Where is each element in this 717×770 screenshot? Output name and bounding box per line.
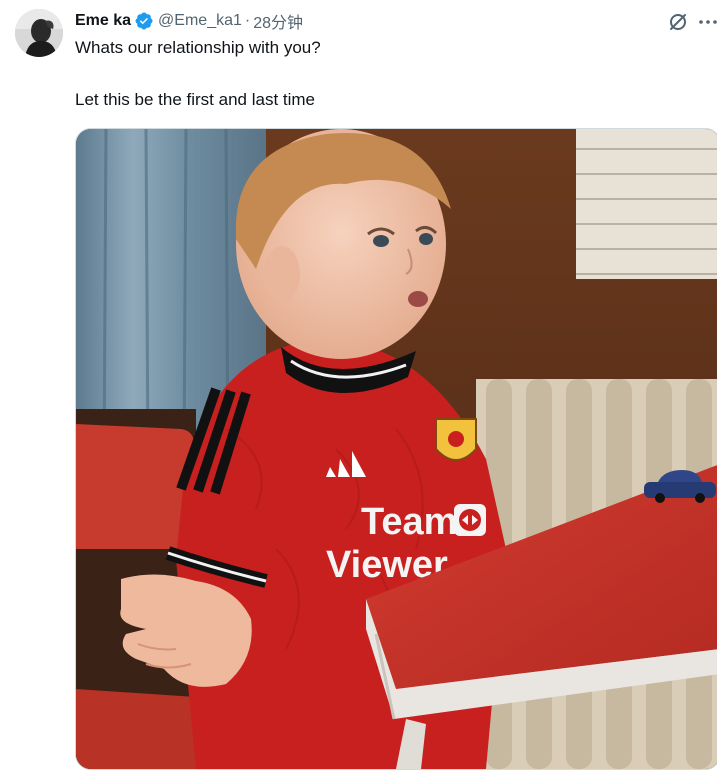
grok-icon[interactable] [667,11,689,33]
tweet-media-image[interactable]: Team Viewer [75,128,717,770]
avatar-image [15,9,63,57]
author-name[interactable]: Eme ka [75,12,131,30]
timestamp[interactable]: 28分钟 [253,9,303,33]
jersey-brand-line1: Team [361,501,457,543]
author-handle[interactable]: @Eme_ka1 [158,12,242,30]
tweet-text-line1: Whats our relationship with you? [75,38,321,57]
more-icon[interactable] [697,11,717,33]
tweet-header: Eme ka @Eme_ka1 · 28分钟 [75,10,303,32]
tweet-text-line2: Let this be the first and last time [75,90,316,109]
avatar[interactable] [15,9,63,57]
verified-badge-icon[interactable] [134,11,154,31]
separator-dot: · [244,12,251,29]
media-illustration: Team Viewer [76,129,717,769]
